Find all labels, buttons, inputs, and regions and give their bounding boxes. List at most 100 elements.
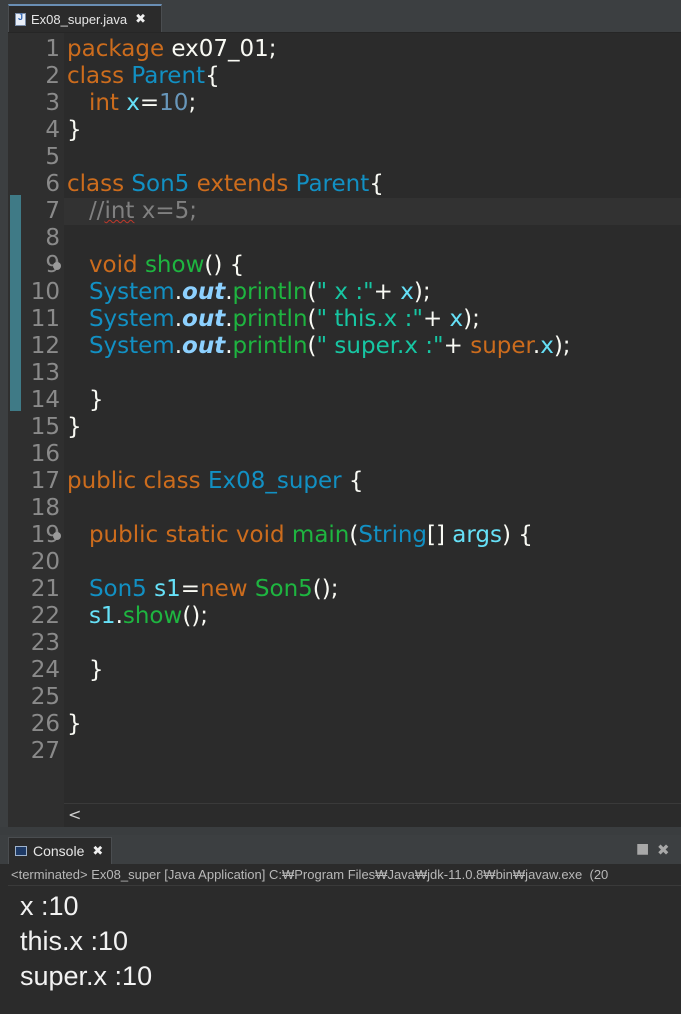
editor-tab-label: Ex08_super.java <box>31 11 128 27</box>
code-token: int <box>88 90 119 116</box>
code-token: out <box>182 306 226 332</box>
code-token: ( <box>307 279 317 305</box>
code-token: package <box>67 36 165 62</box>
code-token: = <box>180 576 201 602</box>
console-output-line: super.x :10 <box>20 961 153 991</box>
code-line[interactable]: class Parent{ <box>67 63 220 90</box>
code-line[interactable]: System.out.println(" x :"+ x); <box>67 279 431 306</box>
ruler-corner <box>8 803 64 827</box>
console-tab[interactable]: Console ✖ <box>8 837 112 864</box>
code-token: println <box>232 279 308 305</box>
line-number: 14 <box>30 387 60 413</box>
code-token: x <box>400 279 414 305</box>
code-token: } <box>67 414 82 440</box>
console-output-line: x :10 <box>20 891 79 921</box>
code-token: s1 <box>88 603 116 629</box>
line-number: 11 <box>30 306 60 332</box>
code-token: Parent <box>131 63 206 89</box>
editor-tab-ex08-super[interactable]: Ex08_super.java ✖ <box>8 4 162 32</box>
code-token: class <box>67 171 125 197</box>
code-token: String <box>358 522 428 548</box>
code-token: super <box>470 333 533 359</box>
line-number: 3 <box>45 90 60 116</box>
horizontal-scrollbar[interactable]: < <box>64 803 681 827</box>
scroll-left-arrow-icon[interactable]: < <box>68 805 81 824</box>
line-number: 22 <box>30 603 60 629</box>
code-token: public <box>67 468 137 494</box>
code-token: show <box>122 603 183 629</box>
code-token: public <box>88 522 159 548</box>
line-number: 17 <box>30 468 60 494</box>
code-line[interactable]: //int x=5; <box>67 198 197 225</box>
console-tab-bar: Console ✖ ■ ✖ <box>0 835 681 864</box>
code-line[interactable]: class Son5 extends Parent{ <box>67 171 384 198</box>
code-token: System <box>88 333 175 359</box>
code-line[interactable]: s1.show(); <box>67 603 208 630</box>
line-number: 4 <box>45 117 60 143</box>
console-output[interactable]: x :10 this.x :10 super.x :10 <box>8 886 681 1014</box>
fold-toggle-icon[interactable] <box>53 532 61 540</box>
code-line[interactable]: } <box>67 711 82 738</box>
code-token: ; <box>188 90 197 116</box>
close-view-icon[interactable]: ✖ <box>657 841 670 859</box>
code-editor: 1234567891011121314151617181920212223242… <box>8 33 681 803</box>
line-number: 8 <box>45 225 60 251</box>
view-divider[interactable] <box>0 827 681 835</box>
code-token: args <box>452 522 503 548</box>
line-number: 21 <box>30 576 60 602</box>
code-token: Son5 <box>131 171 190 197</box>
line-number: 27 <box>30 738 60 764</box>
line-number: 23 <box>30 630 60 656</box>
console-output-line: this.x :10 <box>20 926 129 956</box>
line-number: 20 <box>30 549 60 575</box>
code-line[interactable]: } <box>67 117 82 144</box>
code-token: } <box>67 117 82 143</box>
code-line[interactable]: } <box>67 387 104 414</box>
line-number: 25 <box>30 684 60 710</box>
code-token: Ex08_super <box>207 468 342 494</box>
maximize-icon[interactable]: ■ <box>636 841 649 857</box>
code-text-area[interactable]: package ex07_01; class Parent{ int x=10;}… <box>64 33 681 803</box>
line-number: 7 <box>45 198 60 224</box>
code-line[interactable]: public class Ex08_super { <box>67 468 364 495</box>
code-line[interactable]: } <box>67 414 82 441</box>
line-number-ruler: 1234567891011121314151617181920212223242… <box>8 33 64 803</box>
code-token: ex07_01; <box>164 36 277 62</box>
code-line[interactable]: System.out.println(" this.x :"+ x); <box>67 306 480 333</box>
line-number: 15 <box>30 414 60 440</box>
code-token: () { <box>204 252 245 278</box>
code-token: . <box>225 306 233 332</box>
code-token: 10 <box>159 90 189 116</box>
code-token: + <box>373 279 401 305</box>
code-token: . <box>174 279 183 305</box>
code-line[interactable]: System.out.println(" super.x :"+ super.x… <box>67 333 571 360</box>
code-line[interactable]: Son5 s1=new Son5(); <box>67 576 339 603</box>
code-token: (); <box>312 576 339 602</box>
code-token: extends <box>196 171 289 197</box>
code-token: ( <box>307 333 317 359</box>
code-token: . <box>225 279 233 305</box>
close-icon[interactable]: ✖ <box>135 12 146 27</box>
code-token: } <box>67 711 82 737</box>
code-token: " super.x :" <box>316 333 444 359</box>
code-token: Parent <box>295 171 370 197</box>
code-line[interactable]: package ex07_01; <box>67 36 277 63</box>
fold-toggle-icon[interactable] <box>53 262 61 270</box>
line-number: 10 <box>30 279 60 305</box>
code-token: + <box>443 333 471 359</box>
code-line[interactable]: public static void main(String[] args) { <box>67 522 533 549</box>
code-line[interactable]: } <box>67 657 104 684</box>
editor-tab-bar: Ex08_super.java ✖ <box>0 0 681 33</box>
close-icon[interactable]: ✖ <box>92 844 103 859</box>
code-token: (); <box>182 603 209 629</box>
code-token: x=5; <box>134 198 198 224</box>
code-line[interactable]: void show() { <box>67 252 244 279</box>
code-line[interactable]: int x=10; <box>67 90 196 117</box>
code-token: { <box>369 171 384 197</box>
